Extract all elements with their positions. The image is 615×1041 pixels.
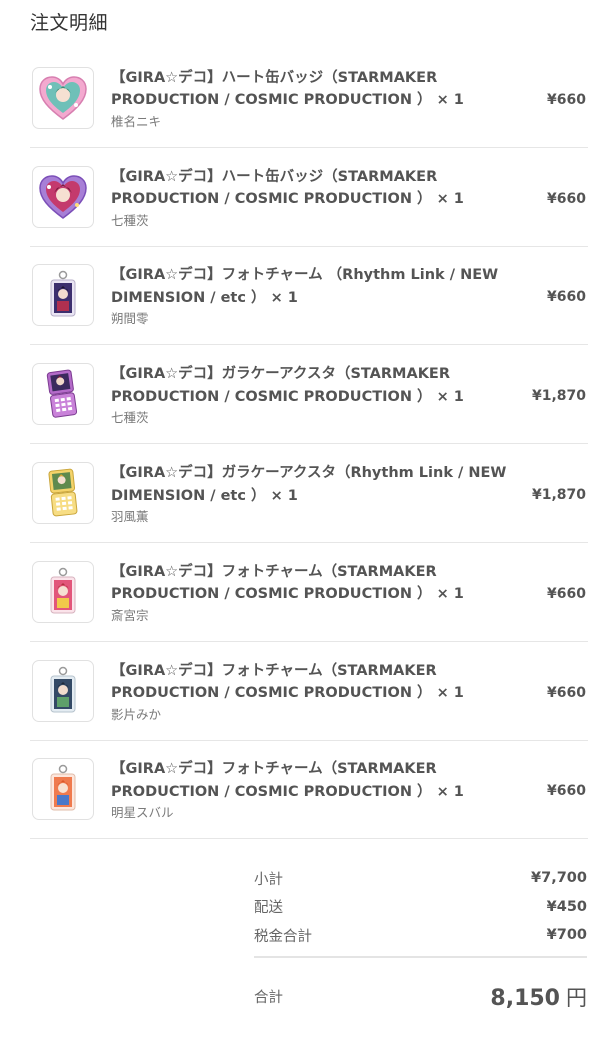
flip-phone-purple-icon — [46, 369, 78, 418]
item-name: 【GIRA☆デコ】フォトチャーム（STARMAKER PRODUCTION / … — [111, 662, 437, 702]
item-name: 【GIRA☆デコ】ガラケーアクスタ（Rhythm Link / NEW DIME… — [111, 465, 507, 504]
item-info: 【GIRA☆デコ】フォトチャーム（STARMAKER PRODUCTION / … — [111, 560, 511, 624]
item-quantity: × 1 — [436, 685, 464, 702]
order-item: 【GIRA☆デコ】フォトチャーム（STARMAKER PRODUCTION / … — [30, 741, 588, 840]
heart-badge-pink-icon — [39, 76, 87, 120]
product-thumbnail — [32, 462, 94, 525]
item-info: 【GIRA☆デコ】ガラケーアクスタ（Rhythm Link / NEW DIME… — [111, 461, 511, 525]
order-item: 【GIRA☆デコ】フォトチャーム（STARMAKER PRODUCTION / … — [30, 543, 588, 642]
shipping-value: ¥450 — [546, 898, 587, 915]
item-title[interactable]: 【GIRA☆デコ】ハート缶バッジ（STARMAKER PRODUCTION / … — [111, 67, 511, 112]
item-price: ¥660 — [547, 585, 586, 602]
subtotal-label: 小計 — [254, 871, 283, 888]
product-thumbnail — [32, 264, 94, 327]
item-variant: 明星スバル — [111, 805, 174, 821]
item-name: 【GIRA☆デコ】ガラケーアクスタ（STARMAKER PRODUCTION /… — [111, 366, 450, 405]
item-price: ¥1,870 — [531, 388, 586, 405]
item-name: 【GIRA☆デコ】フォトチャーム（STARMAKER PRODUCTION / … — [111, 761, 437, 800]
item-quantity: × 1 — [270, 487, 298, 504]
item-info: 【GIRA☆デコ】フォトチャーム（STARMAKER PRODUCTION / … — [111, 757, 511, 821]
subtotal-value: ¥7,700 — [531, 870, 587, 887]
heart-badge-purple-icon — [39, 174, 87, 219]
total-row: 合計 8,150 円 — [254, 982, 587, 1012]
order-item: 【GIRA☆デコ】ガラケーアクスタ（Rhythm Link / NEW DIME… — [30, 444, 588, 543]
item-quantity: × 1 — [436, 783, 464, 800]
item-info: 【GIRA☆デコ】ハート缶バッジ（STARMAKER PRODUCTION / … — [111, 165, 511, 229]
order-summary: 小計 ¥7,700 配送 ¥450 税金合計 ¥700 合計 8,150 円 — [254, 864, 587, 1012]
tax-value: ¥700 — [546, 927, 587, 944]
item-info: 【GIRA☆デコ】フォトチャーム （Rhythm Link / NEW DIME… — [111, 263, 511, 327]
order-details-page: 注文明細 【GIRA☆デコ】ハート缶バッジ（STARMAKER PRODUCTI… — [0, 0, 615, 1041]
product-thumbnail — [32, 165, 94, 228]
item-title[interactable]: 【GIRA☆デコ】ガラケーアクスタ（Rhythm Link / NEW DIME… — [111, 462, 511, 507]
item-variant: 椎名ニキ — [111, 113, 162, 129]
item-title[interactable]: 【GIRA☆デコ】フォトチャーム（STARMAKER PRODUCTION / … — [111, 561, 511, 606]
order-item: 【GIRA☆デコ】フォトチャーム （Rhythm Link / NEW DIME… — [30, 247, 588, 346]
item-variant: 朔間零 — [111, 311, 149, 327]
page-title: 注文明細 — [30, 12, 109, 34]
item-variant: 羽風薫 — [111, 509, 149, 525]
product-thumbnail — [32, 758, 94, 821]
item-quantity: × 1 — [436, 191, 464, 208]
item-name: 【GIRA☆デコ】ハート缶バッジ（STARMAKER PRODUCTION / … — [111, 168, 438, 208]
order-item: 【GIRA☆デコ】ハート缶バッジ（STARMAKER PRODUCTION / … — [30, 49, 588, 148]
product-thumbnail — [32, 363, 94, 426]
item-title[interactable]: 【GIRA☆デコ】フォトチャーム（STARMAKER PRODUCTION / … — [111, 758, 511, 803]
item-price: ¥660 — [547, 91, 586, 108]
shipping-row: 配送 ¥450 — [254, 893, 587, 922]
item-price: ¥660 — [547, 783, 586, 800]
total-value: 8,150 円 — [490, 982, 587, 1012]
item-title[interactable]: 【GIRA☆デコ】フォトチャーム （Rhythm Link / NEW DIME… — [111, 264, 511, 309]
item-title[interactable]: 【GIRA☆デコ】ガラケーアクスタ（STARMAKER PRODUCTION /… — [111, 363, 511, 408]
item-quantity: × 1 — [436, 586, 464, 603]
total-currency: 円 — [566, 985, 587, 1010]
photo-charm-icon — [50, 666, 76, 713]
photo-charm-icon — [50, 271, 76, 317]
item-price: ¥660 — [547, 289, 586, 306]
total-amount: 8,150 — [490, 985, 560, 1011]
item-name: 【GIRA☆デコ】ハート缶バッジ（STARMAKER PRODUCTION / … — [111, 69, 438, 109]
item-name: 【GIRA☆デコ】フォトチャーム（STARMAKER PRODUCTION / … — [111, 563, 437, 603]
order-item: 【GIRA☆デコ】ハート缶バッジ（STARMAKER PRODUCTION / … — [30, 148, 588, 247]
flip-phone-yellow-icon — [48, 468, 78, 517]
photo-charm-icon — [50, 567, 76, 614]
total-label: 合計 — [254, 990, 283, 1006]
order-item: 【GIRA☆デコ】ガラケーアクスタ（STARMAKER PRODUCTION /… — [30, 345, 588, 445]
tax-row: 税金合計 ¥700 — [254, 921, 587, 950]
item-title[interactable]: 【GIRA☆デコ】フォトチャーム（STARMAKER PRODUCTION / … — [111, 660, 511, 705]
order-item-list: 【GIRA☆デコ】ハート缶バッジ（STARMAKER PRODUCTION / … — [30, 49, 588, 840]
item-variant: 影片みか — [111, 706, 162, 722]
item-quantity: × 1 — [436, 92, 464, 109]
item-title[interactable]: 【GIRA☆デコ】ハート缶バッジ（STARMAKER PRODUCTION / … — [111, 166, 511, 211]
product-thumbnail — [32, 659, 94, 722]
item-info: 【GIRA☆デコ】フォトチャーム（STARMAKER PRODUCTION / … — [111, 659, 511, 723]
shipping-label: 配送 — [254, 900, 283, 917]
order-item: 【GIRA☆デコ】フォトチャーム（STARMAKER PRODUCTION / … — [30, 642, 588, 741]
product-thumbnail — [32, 66, 94, 129]
item-price: ¥660 — [547, 190, 586, 207]
item-info: 【GIRA☆デコ】ガラケーアクスタ（STARMAKER PRODUCTION /… — [111, 362, 511, 426]
item-variant: 七種茨 — [111, 410, 149, 426]
tax-label: 税金合計 — [254, 928, 312, 945]
item-variant: 七種茨 — [111, 212, 149, 228]
item-variant: 斎宮宗 — [111, 607, 149, 623]
item-price: ¥1,870 — [531, 487, 586, 504]
item-quantity: × 1 — [270, 289, 298, 306]
item-info: 【GIRA☆デコ】ハート缶バッジ（STARMAKER PRODUCTION / … — [111, 66, 511, 130]
item-price: ¥660 — [547, 684, 586, 701]
item-name: 【GIRA☆デコ】フォトチャーム （Rhythm Link / NEW DIME… — [111, 267, 499, 306]
photo-charm-icon — [50, 765, 76, 811]
item-quantity: × 1 — [436, 388, 464, 405]
subtotal-row: 小計 ¥7,700 — [254, 864, 587, 893]
summary-divider — [254, 955, 587, 958]
product-thumbnail — [32, 560, 94, 623]
